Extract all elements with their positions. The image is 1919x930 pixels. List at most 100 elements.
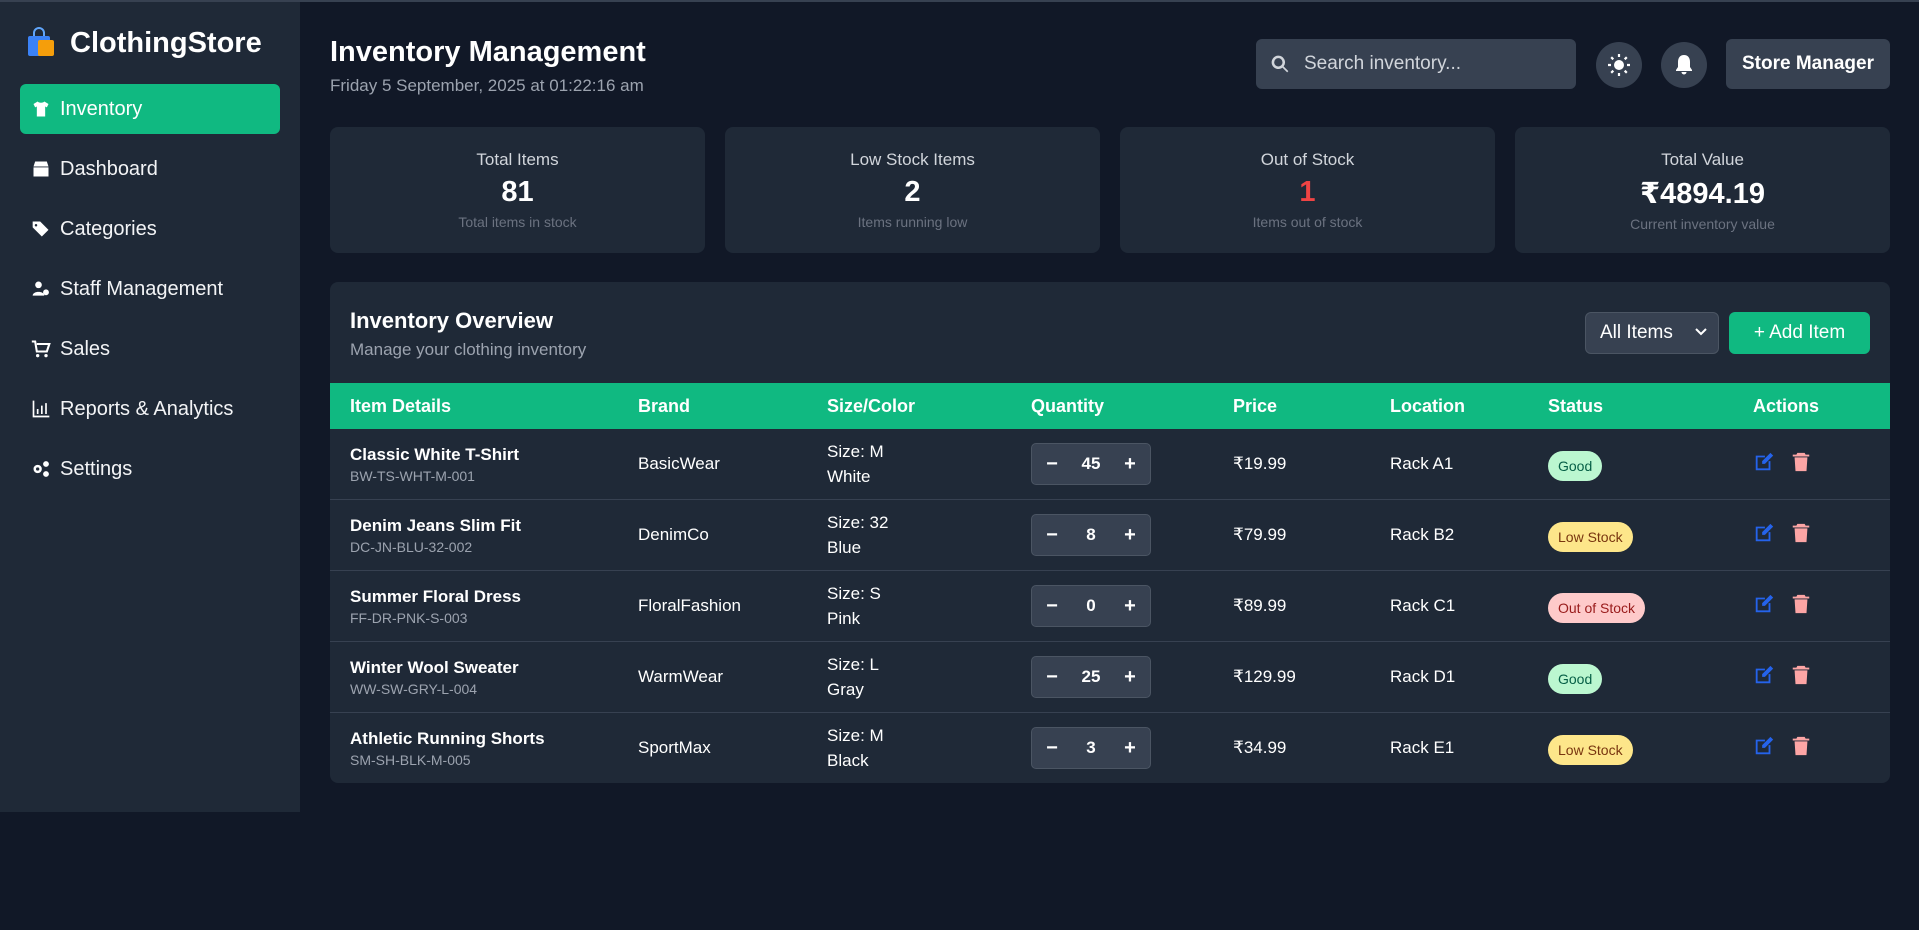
filter-select[interactable]: All Items: [1585, 312, 1719, 354]
sidebar-item-label: Settings: [60, 457, 133, 480]
decrease-quantity-button[interactable]: −: [1032, 524, 1072, 547]
item-price: ₹79.99: [1233, 525, 1287, 544]
item-size: Size: L: [827, 655, 879, 674]
store-manager-button[interactable]: Store Manager: [1726, 39, 1890, 89]
edit-icon: [1755, 665, 1774, 684]
brand[interactable]: ClothingStore: [0, 2, 300, 84]
item-size: Size: 32: [827, 513, 889, 532]
table-row: Winter Wool Sweater WW-SW-GRY-L-004 WarmWe…: [330, 642, 1890, 713]
item-brand: BasicWear: [638, 454, 720, 473]
box-icon: [30, 158, 52, 180]
page-title: Inventory Management: [330, 36, 646, 68]
item-size-color: Size: S Pink: [827, 581, 881, 631]
trash-icon: [1792, 665, 1810, 685]
item-size-color: Size: M Black: [827, 723, 884, 773]
trash-icon: [1792, 594, 1810, 614]
item-sku: DC-JN-BLU-32-002: [350, 539, 473, 555]
column-header: Status: [1548, 396, 1604, 416]
item-location: Rack B2: [1390, 525, 1455, 544]
item-name: Athletic Running Shorts: [350, 729, 545, 748]
sidebar: ClothingStore Inventory Dashboard Catego…: [0, 2, 300, 812]
sidebar-item-sales[interactable]: Sales: [20, 324, 280, 374]
item-name: Classic White T-Shirt: [350, 445, 520, 464]
theme-toggle-button[interactable]: [1596, 42, 1642, 88]
search-box[interactable]: [1256, 39, 1576, 89]
item-name: Winter Wool Sweater: [350, 658, 519, 677]
item-price: ₹129.99: [1233, 667, 1296, 686]
search-input[interactable]: [1304, 53, 1544, 75]
decrease-quantity-button[interactable]: −: [1032, 595, 1072, 618]
item-color: Gray: [827, 680, 864, 699]
sidebar-item-dashboard[interactable]: Dashboard: [20, 144, 280, 194]
sun-icon: [1608, 54, 1630, 76]
decrease-quantity-button[interactable]: −: [1032, 453, 1072, 476]
sidebar-item-categories[interactable]: Categories: [20, 204, 280, 254]
sidebar-item-label: Staff Management: [60, 277, 224, 300]
user-gear-icon: [30, 278, 52, 300]
table-row: Classic White T-Shirt BW-TS-WHT-M-001 Basi…: [330, 429, 1890, 500]
edit-button[interactable]: [1753, 664, 1777, 688]
stat-card-total-items: Total Items 81 Total items in stock: [330, 127, 705, 253]
quantity-stepper: −25 +: [1031, 656, 1151, 698]
quantity-value: 25: [1081, 667, 1101, 686]
decrease-quantity-button[interactable]: −: [1032, 737, 1072, 760]
column-header: Quantity: [1031, 396, 1105, 416]
edit-icon: [1755, 523, 1774, 542]
tags-icon: [30, 218, 52, 240]
sidebar-nav: Inventory Dashboard Categories Staff Man…: [0, 84, 300, 494]
panel-title: Inventory Overview: [350, 308, 553, 333]
item-size-color: Size: L Gray: [827, 652, 879, 702]
edit-button[interactable]: [1753, 522, 1777, 546]
edit-button[interactable]: [1753, 593, 1777, 617]
quantity-value: 0: [1086, 596, 1096, 615]
trash-icon: [1792, 452, 1810, 472]
increase-quantity-button[interactable]: +: [1110, 595, 1150, 618]
column-header: Actions: [1753, 396, 1820, 416]
sidebar-item-settings[interactable]: Settings: [20, 444, 280, 494]
stat-card-out-of-stock: Out of Stock 1 Items out of stock: [1120, 127, 1495, 253]
delete-button[interactable]: [1790, 451, 1814, 475]
item-price: ₹89.99: [1233, 596, 1287, 615]
item-sku: FF-DR-PNK-S-003: [350, 610, 468, 626]
sidebar-item-staff-management[interactable]: Staff Management: [20, 264, 280, 314]
edit-button[interactable]: [1753, 451, 1777, 475]
status-badge: Low Stock: [1548, 735, 1633, 765]
filter-value: All Items: [1600, 322, 1673, 343]
decrease-quantity-button[interactable]: −: [1032, 666, 1072, 689]
delete-button[interactable]: [1790, 522, 1814, 546]
trash-icon: [1792, 736, 1810, 756]
item-price: ₹34.99: [1233, 738, 1287, 757]
add-item-button[interactable]: + Add Item: [1729, 312, 1870, 354]
column-header: Item Details: [350, 396, 452, 416]
edit-button[interactable]: [1753, 735, 1777, 759]
increase-quantity-button[interactable]: +: [1110, 524, 1150, 547]
cart-icon: [30, 338, 52, 360]
sidebar-item-label: Dashboard: [60, 157, 158, 180]
status-badge: Low Stock: [1548, 522, 1633, 552]
status-badge: Out of Stock: [1548, 593, 1646, 623]
quantity-value: 8: [1086, 525, 1096, 544]
item-location: Rack D1: [1390, 667, 1456, 686]
sidebar-item-reports-analytics[interactable]: Reports & Analytics: [20, 384, 280, 434]
stat-label: Low Stock Items: [850, 150, 975, 169]
column-header: Price: [1233, 396, 1278, 416]
increase-quantity-button[interactable]: +: [1110, 453, 1150, 476]
bell-icon: [1676, 55, 1692, 75]
sidebar-item-inventory[interactable]: Inventory: [20, 84, 280, 134]
quantity-value: 45: [1081, 454, 1101, 473]
delete-button[interactable]: [1790, 593, 1814, 617]
increase-quantity-button[interactable]: +: [1110, 737, 1150, 760]
delete-button[interactable]: [1790, 664, 1814, 688]
item-brand: DenimCo: [638, 525, 709, 544]
item-size: Size: M: [827, 442, 884, 461]
column-header: Location: [1390, 396, 1465, 416]
table-row: Denim Jeans Slim Fit DC-JN-BLU-32-002 Deni…: [330, 500, 1890, 571]
item-size: Size: S: [827, 584, 881, 603]
notifications-button[interactable]: [1661, 42, 1707, 88]
item-details: Athletic Running Shorts SM-SH-BLK-M-005: [350, 729, 545, 768]
delete-button[interactable]: [1790, 735, 1814, 759]
item-size-color: Size: 32 Blue: [827, 510, 888, 560]
increase-quantity-button[interactable]: +: [1110, 666, 1150, 689]
chart-icon: [30, 398, 52, 420]
edit-icon: [1755, 736, 1774, 755]
